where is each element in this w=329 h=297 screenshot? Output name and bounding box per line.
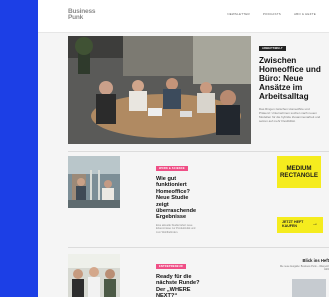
featured-tag[interactable]: ARBEITSWELT <box>259 46 286 51</box>
nav-link-newsletter[interactable]: NEWSLETTER <box>227 12 250 16</box>
article-image[interactable] <box>68 156 120 208</box>
section-divider <box>68 151 329 152</box>
page: Business Punk NEWSLETTER PODCASTS ABO & … <box>38 0 329 297</box>
magazine-title[interactable]: Blick ins Heft <box>277 258 329 263</box>
featured-image[interactable] <box>68 36 251 144</box>
article-tag[interactable]: WORK & SCIENCE <box>156 166 188 171</box>
magazine-cover[interactable] <box>292 279 326 297</box>
article-text: WORK & SCIENCE Wie gut funktioniert Home… <box>156 156 200 235</box>
ad-line-1: MEDIUM <box>286 164 312 172</box>
main-nav: NEWSLETTER PODCASTS ABO & HEFTE <box>227 12 316 16</box>
nav-link-podcasts[interactable]: PODCASTS <box>263 12 281 16</box>
magazine-preview: Blick ins Heft Die neue Ausgabe: Busines… <box>277 258 329 271</box>
meeting-photo <box>68 36 251 144</box>
site-header: Business Punk NEWSLETTER PODCASTS ABO & … <box>38 0 329 33</box>
article-title[interactable]: Wie gut funktioniert Homeoffice? Neue St… <box>156 176 200 221</box>
article-photo <box>68 156 120 208</box>
article-image[interactable] <box>68 254 120 297</box>
logo-line-2: Punk <box>68 14 84 21</box>
featured-text: ARBEITSWELT Zwischen Homeoffice und Büro… <box>259 36 329 123</box>
arrow-right-icon: → <box>312 221 318 227</box>
buy-issue-label: JETZT HEFT KAUFEN <box>282 220 304 228</box>
featured-title[interactable]: Zwischen Homeoffice und Büro: Neue Ansät… <box>259 56 325 101</box>
article-description: Eine aktuelle Studie liefert neue Erkenn… <box>156 223 196 235</box>
article-text: ENTREPRENEUR Ready für die nächste Runde… <box>156 254 200 297</box>
medium-rectangle-ad[interactable]: MEDIUM RECTANGLE <box>277 156 321 188</box>
nav-link-abo[interactable]: ABO & HEFTE <box>294 12 316 16</box>
ad-line-2: RECTANGLE <box>279 172 319 179</box>
article-photo <box>68 254 120 297</box>
article-tag[interactable]: ENTREPRENEUR <box>156 264 186 269</box>
logo[interactable]: Business Punk <box>68 8 96 21</box>
featured-description: Das Ringen zwischen Homeoffice und Präse… <box>259 107 321 123</box>
article-title[interactable]: Ready für die nächste Runde? Der „WHERE … <box>156 274 200 297</box>
magazine-subtitle: Die neue Ausgabe: Business Punk – Was je… <box>279 265 329 271</box>
section-divider <box>68 247 329 248</box>
buy-issue-button[interactable]: JETZT HEFT KAUFEN → <box>277 217 323 233</box>
